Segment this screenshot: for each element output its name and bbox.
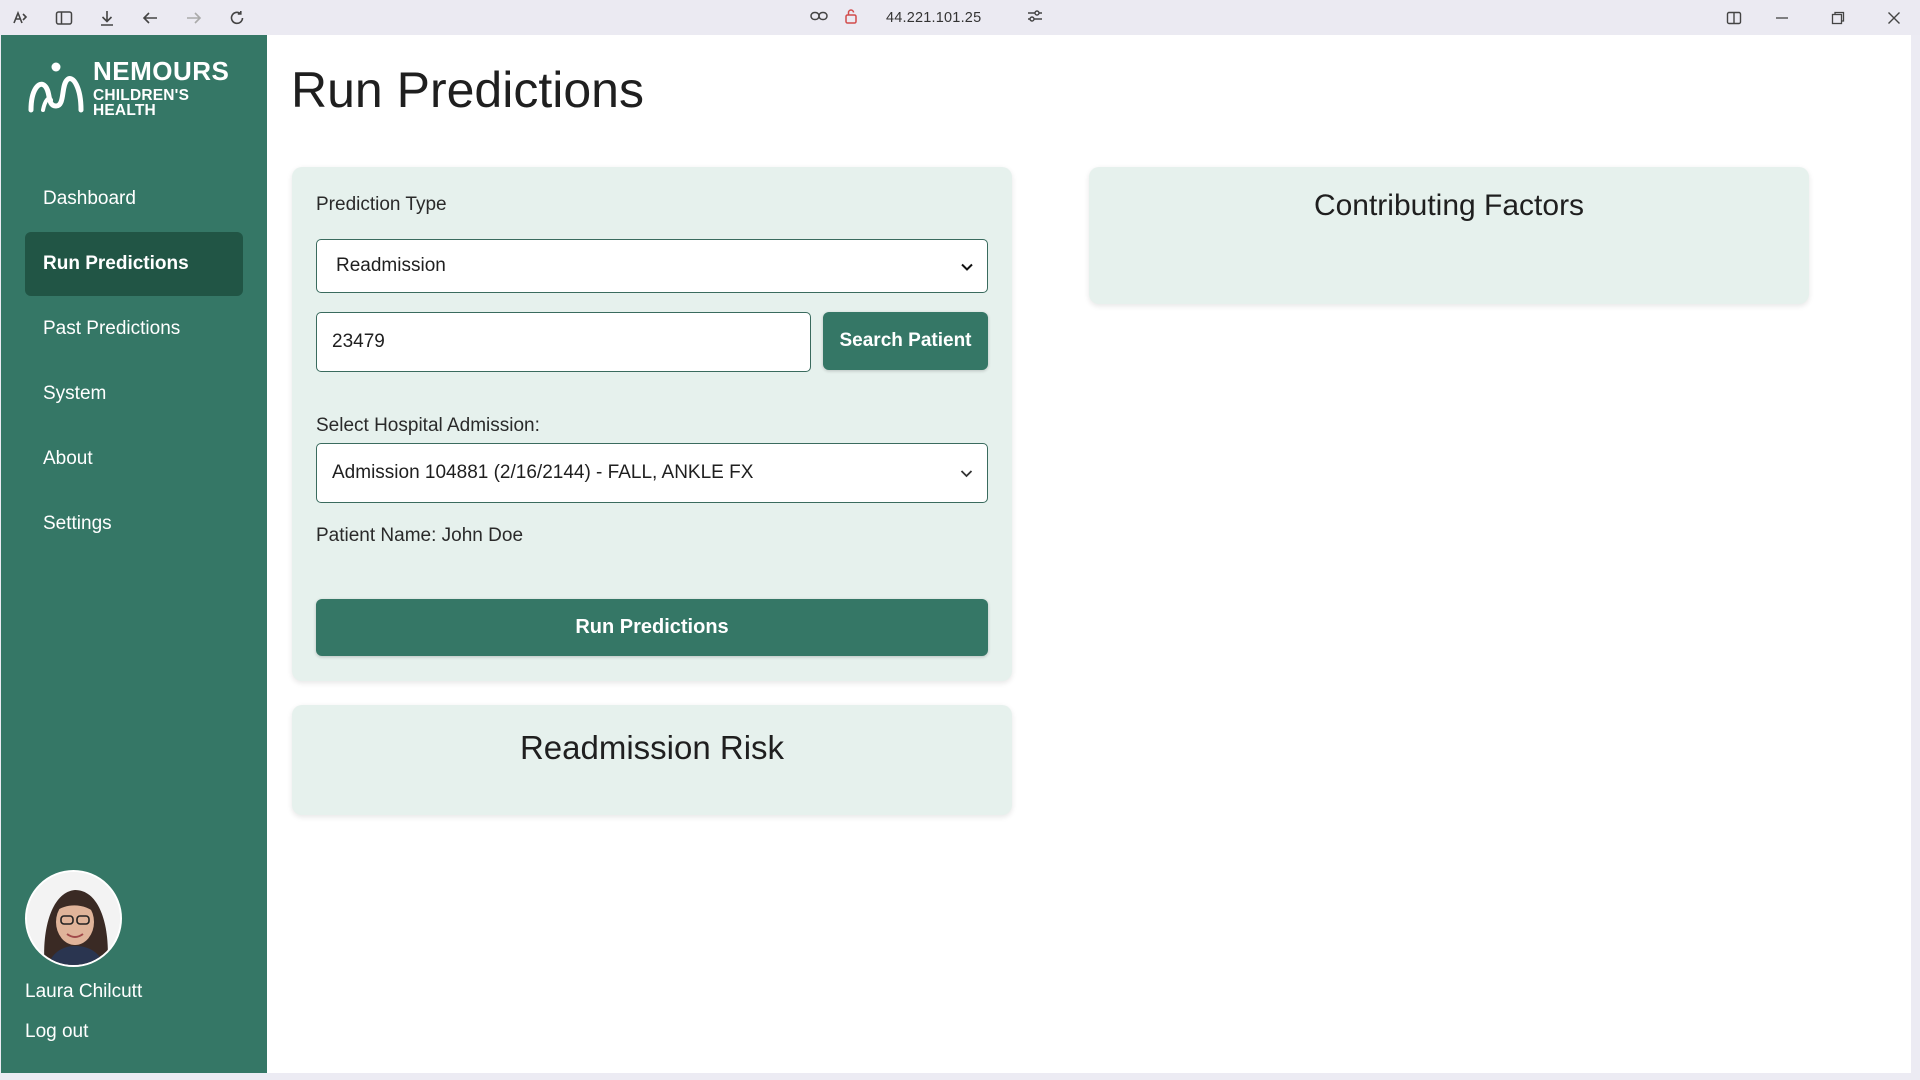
contributing-factors-title: Contributing Factors [1313, 189, 1585, 222]
user-name: Laura Chilcutt [25, 981, 143, 1002]
site-settings-icon[interactable] [1027, 9, 1043, 27]
sidebar-item-past-predictions[interactable]: Past Predictions [25, 297, 243, 361]
address-bar[interactable]: 44.221.101.25 [810, 5, 1070, 30]
readmission-risk-title: Readmission Risk [519, 729, 785, 766]
user-panel: Laura Chilcutt Log out [25, 870, 245, 1043]
forward-icon[interactable] [176, 0, 212, 35]
logo-brand-name: NEMOURS [93, 55, 230, 86]
sidebar-item-dashboard[interactable]: Dashboard [25, 167, 243, 231]
contributing-factors-card: Contributing Factors [1089, 167, 1809, 304]
browser-toolbar: 44.221.101.25 [0, 0, 1920, 35]
sidebar-nav: Dashboard Run Predictions Past Predictio… [25, 167, 243, 557]
admission-select[interactable]: Admission 104881 (2/16/2144) - FALL, ANK… [316, 443, 988, 503]
readmission-risk-card: Readmission Risk [292, 705, 1012, 815]
page-title: Run Predictions [291, 62, 644, 118]
sidebar-item-system[interactable]: System [25, 362, 243, 426]
sidebar-item-settings[interactable]: Settings [25, 492, 243, 556]
back-icon[interactable] [132, 0, 168, 35]
search-patient-button[interactable]: Search Patient [823, 312, 988, 370]
url-text[interactable]: 44.221.101.25 [886, 10, 981, 26]
nemours-logo-icon [28, 62, 84, 113]
chevron-down-icon [961, 255, 973, 277]
minimize-icon[interactable] [1764, 0, 1800, 35]
admission-label: Select Hospital Admission: [316, 415, 540, 436]
sidebar-item-run-predictions[interactable]: Run Predictions [25, 232, 243, 296]
prediction-type-value: Readmission [336, 255, 446, 276]
logo-brand-subtitle: CHILDREN'S HEALTH [93, 86, 190, 119]
patient-name: Patient Name: John Doe [316, 525, 524, 546]
link-icon[interactable] [810, 9, 828, 26]
split-view-icon[interactable] [1716, 0, 1752, 35]
sidebar-icon[interactable] [46, 0, 82, 35]
main-content: Run Predictions Prediction Type Readmiss… [267, 35, 1911, 1073]
close-icon[interactable] [1876, 0, 1912, 35]
prediction-type-select[interactable]: Readmission [316, 239, 988, 293]
download-icon[interactable] [89, 0, 125, 35]
sidebar-item-about[interactable]: About [25, 427, 243, 491]
admission-value: Admission 104881 (2/16/2144) - FALL, ANK… [332, 462, 754, 483]
nemours-logo[interactable]: NEMOURS CHILDREN'S HEALTH [27, 55, 247, 119]
prediction-form-card: Prediction Type Readmission 23479 Search… [292, 167, 1012, 681]
sidebar: NEMOURS CHILDREN'S HEALTH Dashboard Run … [1, 35, 267, 1073]
prediction-type-label: Prediction Type [316, 194, 447, 215]
restore-icon[interactable] [1820, 0, 1856, 35]
chevron-down-icon [960, 462, 973, 484]
patient-id-input[interactable]: 23479 [316, 312, 811, 372]
avatar[interactable] [25, 870, 122, 967]
reload-icon[interactable] [219, 0, 255, 35]
app-window: NEMOURS CHILDREN'S HEALTH Dashboard Run … [1, 35, 1911, 1073]
extensions-icon[interactable] [2, 0, 38, 35]
lock-icon[interactable] [844, 8, 858, 28]
run-predictions-button[interactable]: Run Predictions [316, 599, 988, 656]
logout-link[interactable]: Log out [25, 1021, 88, 1043]
